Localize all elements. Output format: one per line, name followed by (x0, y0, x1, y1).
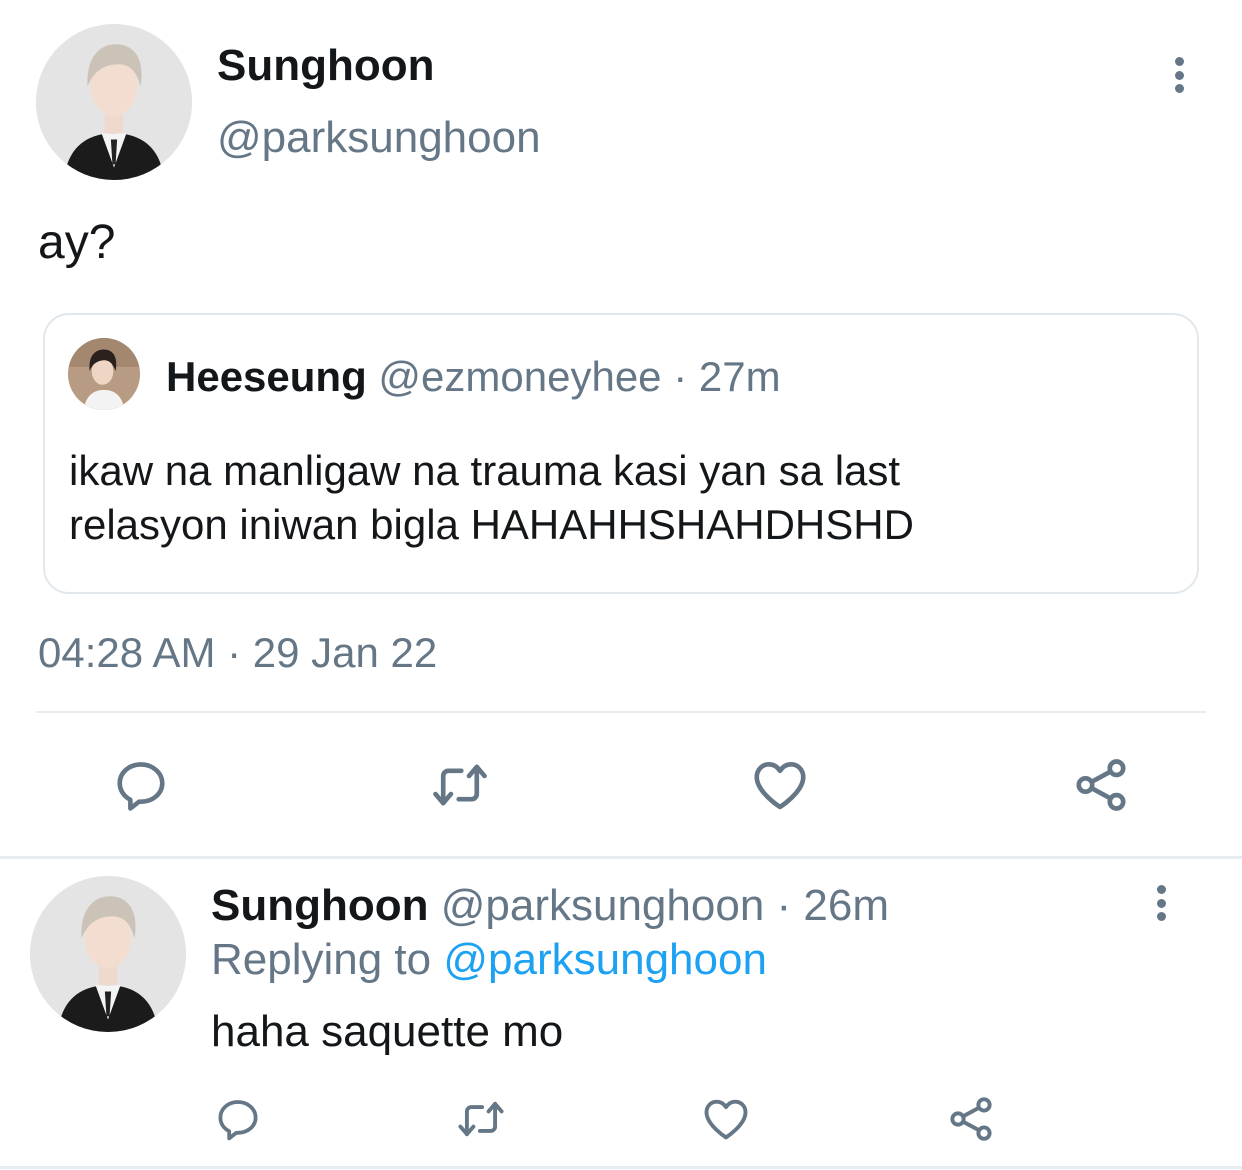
dot-separator: · (776, 881, 792, 930)
tweet-text: ay? (38, 216, 116, 269)
heart-icon (704, 1099, 748, 1140)
reply-icon (218, 1100, 258, 1141)
dot-separator: · (673, 353, 688, 400)
quoted-tweet-header: Heeseung @ezmoneyhee · 27m (166, 352, 781, 402)
reply-time: 26m (803, 881, 890, 930)
avatar-sunghoon[interactable] (36, 24, 192, 180)
avatar-heeseung[interactable] (68, 338, 140, 410)
more-options-button[interactable] (1174, 57, 1184, 93)
reply-author-name[interactable]: Sunghoon (211, 881, 429, 930)
reply-button[interactable] (106, 750, 176, 820)
reply-share-button[interactable] (944, 1092, 998, 1146)
replying-to-label: Replying to (211, 935, 432, 984)
reply-reply-button[interactable] (211, 1092, 265, 1146)
share-button[interactable] (1066, 750, 1136, 820)
reply-icon (117, 762, 165, 811)
share-icon (1076, 759, 1126, 811)
retweet-icon (433, 764, 487, 806)
tweet-timestamp[interactable]: 04:28 AM · 29 Jan 22 (38, 628, 437, 678)
author-name[interactable]: Sunghoon (217, 40, 435, 92)
reply-author-handle[interactable]: @parksunghoon (441, 881, 765, 930)
reply-like-button[interactable] (699, 1092, 753, 1146)
bottom-divider (0, 1166, 1242, 1169)
author-handle[interactable]: @parksunghoon (217, 112, 541, 164)
divider (36, 711, 1206, 713)
quoted-time: 27m (698, 353, 781, 400)
avatar-portrait (36, 24, 192, 180)
reply-text: haha saquette mo (211, 1007, 564, 1056)
more-vertical-icon (1174, 57, 1184, 66)
avatar-sunghoon-reply[interactable] (30, 876, 186, 1032)
quoted-text-line-1: ikaw na manligaw na trauma kasi yan sa l… (69, 447, 901, 494)
reply-more-options-button[interactable] (1156, 885, 1166, 921)
reply-retweet-button[interactable] (454, 1092, 508, 1146)
like-button[interactable] (745, 750, 815, 820)
avatar-portrait (68, 338, 140, 410)
reply-header: Sunghoon @parksunghoon · 26m (211, 880, 889, 932)
share-icon (950, 1097, 992, 1141)
replying-to: Replying to @parksunghoon (211, 934, 767, 986)
replying-to-handle[interactable]: @parksunghoon (443, 935, 767, 984)
section-divider (0, 856, 1242, 859)
retweet-button[interactable] (425, 750, 495, 820)
quoted-author-name[interactable]: Heeseung (166, 353, 367, 400)
quoted-text-line-2: relasyon iniwan bigla HAHAHHSHAHDHSHD (69, 501, 914, 548)
heart-icon (754, 762, 806, 810)
more-vertical-icon (1156, 885, 1166, 894)
avatar-portrait (30, 876, 186, 1032)
retweet-icon (458, 1101, 504, 1137)
quoted-author-handle[interactable]: @ezmoneyhee (378, 353, 661, 400)
